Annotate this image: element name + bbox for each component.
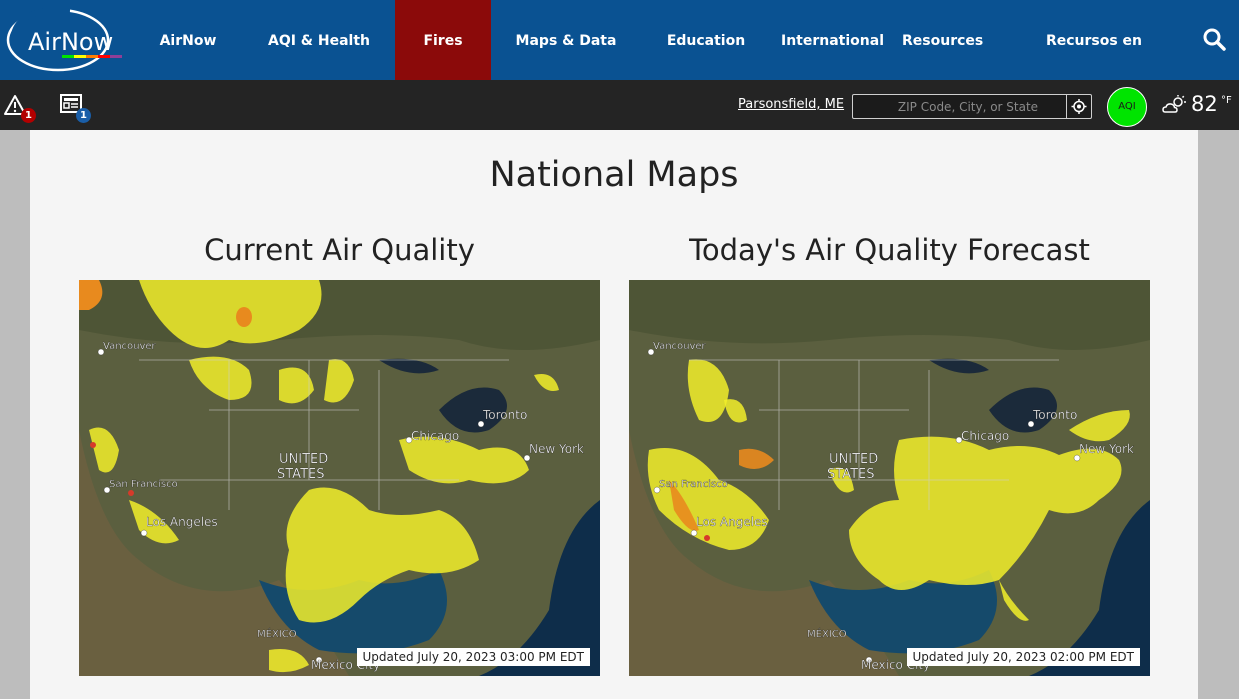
location-search (852, 94, 1092, 119)
airnow-logo[interactable]: AirNow (0, 0, 130, 80)
map-updated-timestamp: Updated July 20, 2023 02:00 PM EDT (906, 648, 1140, 666)
nav-international[interactable]: International (781, 0, 884, 80)
map-label-vancouver: Vancouver (653, 341, 707, 352)
logo-text: AirNow (28, 28, 113, 56)
map-label-toronto: Toronto (1032, 408, 1077, 422)
map-label-san-francisco: San Francisco (109, 479, 178, 490)
nav-aqi-health[interactable]: AQI & Health (262, 0, 376, 80)
current-location-link[interactable]: Parsonsfield, ME (738, 97, 844, 112)
temperature: 82 (1191, 92, 1218, 116)
location-search-input[interactable] (853, 95, 1073, 118)
forecast-aqi-title: Today's Air Quality Forecast (689, 233, 1090, 267)
aqi-indicator[interactable]: AQI (1107, 87, 1147, 127)
nav-airnow[interactable]: AirNow (148, 0, 228, 80)
locate-me-icon[interactable] (1066, 95, 1091, 118)
nav-maps-data[interactable]: Maps & Data (510, 0, 622, 80)
map-label-san-francisco: San Francisco (659, 479, 728, 490)
map-updated-timestamp: Updated July 20, 2023 03:00 PM EDT (356, 648, 590, 666)
map-label-mexico: MÉXICO (257, 627, 297, 640)
current-aqi-title: Current Air Quality (204, 233, 475, 267)
map-label-new-york: New York (1079, 442, 1134, 456)
temperature-unit: °F (1221, 95, 1232, 106)
current-aqi-map[interactable]: Vancouver Toronto Chicago New York San F… (79, 280, 600, 676)
map-label-new-york: New York (529, 442, 584, 456)
news-badge: 1 (76, 108, 91, 123)
nav-resources[interactable]: Resources (902, 0, 983, 80)
nav-education[interactable]: Education (660, 0, 752, 80)
nav-recursos-espanol[interactable]: Recursos en español (1016, 0, 1172, 131)
map-label-united: UNITED (279, 452, 328, 467)
map-label-los-angeles: Los Angeles (146, 515, 218, 529)
top-navigation: AirNow AirNow AQI & Health Fires Maps & … (0, 0, 1239, 131)
map-label-chicago: Chicago (961, 429, 1009, 443)
map-label-los-angeles: Los Angeles (696, 515, 768, 529)
map-label-states: STATES (827, 467, 874, 482)
alerts-badge: 1 (21, 108, 36, 123)
map-label-toronto: Toronto (482, 408, 527, 422)
search-icon[interactable] (1201, 26, 1229, 54)
nav-fires[interactable]: Fires (395, 0, 491, 80)
map-label-states: STATES (277, 467, 324, 482)
map-label-united: UNITED (829, 452, 878, 467)
forecast-aqi-map[interactable]: Vancouver Toronto Chicago New York San F… (629, 280, 1150, 676)
partly-sunny-icon (1162, 94, 1188, 116)
map-label-vancouver: Vancouver (103, 341, 157, 352)
map-label-chicago: Chicago (411, 429, 459, 443)
map-label-mexico: MÉXICO (807, 627, 847, 640)
page-title: National Maps (489, 155, 739, 195)
